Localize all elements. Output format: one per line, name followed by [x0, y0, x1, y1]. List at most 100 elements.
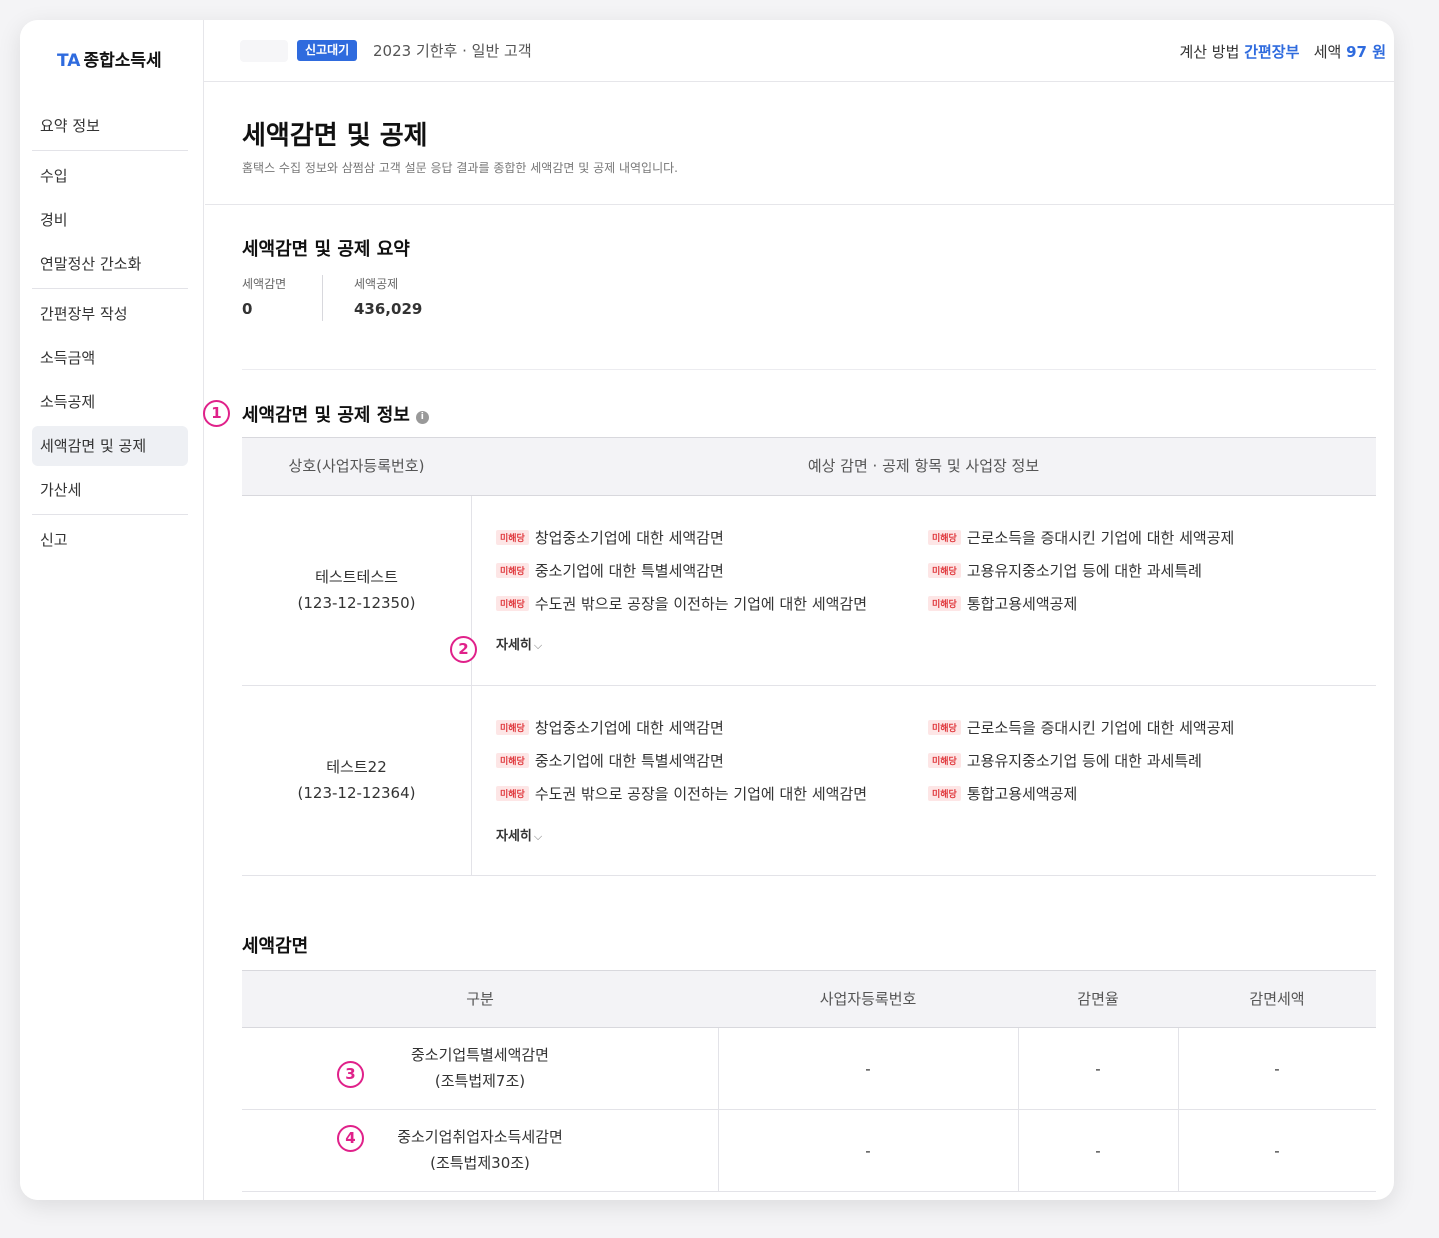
sidebar-item-income-deduction[interactable]: 소득공제: [32, 382, 188, 422]
sidebar-item-filing[interactable]: 신고: [32, 520, 188, 560]
chevron-down-icon: ⌵: [533, 639, 543, 652]
reduction-law: (조특법제30조): [430, 1154, 530, 1172]
reduction-table: 구분 사업자등록번호 감면율 감면세액 3 중소기업특별세액감면 (조특법제7조…: [242, 970, 1376, 1192]
not-applicable-tag: 미해당: [496, 596, 529, 611]
rate-cell: -: [1095, 1060, 1101, 1078]
not-applicable-tag: 미해당: [496, 563, 529, 578]
summary-divider: [322, 275, 323, 321]
page-title: 세액감면 및 공제: [242, 121, 428, 151]
reduction-name: 중소기업특별세액감면: [410, 1046, 549, 1064]
list-item: 미해당 중소기업에 대한 특별세액감면: [496, 750, 724, 771]
deduction-value: 436,029: [354, 300, 423, 318]
not-applicable-tag: 미해당: [928, 753, 961, 768]
reduction-law: (조특법제7조): [434, 1072, 526, 1090]
list-item: 미해당 근로소득을 증대시킨 기업에 대한 세액공제: [928, 527, 1234, 548]
business-number: (123-12-12364): [297, 784, 416, 802]
biz-no-cell: -: [865, 1060, 871, 1078]
rate-cell: -: [1095, 1142, 1101, 1160]
calc-method-label: 계산 방법: [1179, 43, 1240, 61]
business-name: 테스트22: [326, 758, 387, 776]
sidebar: TA 종합소득세 요약 정보 수입 경비 연말정산 간소화 간편장부 작성 소득금…: [20, 20, 204, 1200]
list-item: 미해당 창업중소기업에 대한 세액감면: [496, 717, 724, 738]
page-header: 세액감면 및 공제 홈택스 수집 정보와 삼쩜삼 고객 설문 응답 결과를 종합…: [205, 83, 1394, 205]
details-toggle[interactable]: 자세히 ⌵: [496, 634, 542, 653]
list-item: 미해당 수도권 밖으로 공장을 이전하는 기업에 대한 세액감면: [496, 783, 867, 804]
table-row: 테스트22 (123-12-12364) 미해당 창업중소기업에 대한 세액감면 …: [242, 686, 1376, 876]
sidebar-item-expenses[interactable]: 경비: [32, 200, 188, 240]
filing-meta: 2023 기한후 · 일반 고객: [373, 42, 532, 60]
not-applicable-tag: 미해당: [496, 753, 529, 768]
column-header-items: 예상 감면 · 공제 항목 및 사업장 정보: [807, 457, 1040, 475]
reduction-summary: 세액감면 0: [242, 275, 286, 323]
sidebar-item-simple-ledger[interactable]: 간편장부 작성: [32, 294, 188, 334]
nav-divider: [32, 514, 188, 515]
not-applicable-tag: 미해당: [928, 563, 961, 578]
list-item: 미해당 통합고용세액공제: [928, 783, 1077, 804]
app-window: TA 종합소득세 요약 정보 수입 경비 연말정산 간소화 간편장부 작성 소득금…: [20, 20, 1394, 1200]
not-applicable-tag: 미해당: [928, 530, 961, 545]
not-applicable-tag: 미해당: [496, 720, 529, 735]
item-label: 중소기업에 대한 특별세액감면: [534, 562, 724, 580]
annotation-marker-2: 2: [450, 636, 477, 663]
customer-name-placeholder: [240, 40, 288, 62]
not-applicable-tag: 미해당: [928, 720, 961, 735]
business-cell: 테스트22 (123-12-12364): [242, 754, 471, 806]
list-item: 미해당 통합고용세액공제: [928, 593, 1077, 614]
item-label: 창업중소기업에 대한 세액감면: [534, 719, 724, 737]
info-section-title: 세액감면 및 공제 정보 i: [242, 401, 429, 427]
list-item: 미해당 수도권 밖으로 공장을 이전하는 기업에 대한 세액감면: [496, 593, 867, 614]
status-badge: 신고대기: [297, 40, 358, 61]
list-item: 미해당 고용유지중소기업 등에 대한 과세특례: [928, 750, 1202, 771]
sidebar-item-penalty-tax[interactable]: 가산세: [32, 470, 188, 510]
sidebar-item-year-end[interactable]: 연말정산 간소화: [32, 244, 188, 284]
item-label: 근로소득을 증대시킨 기업에 대한 세액공제: [966, 719, 1235, 737]
nav-divider: [32, 150, 188, 151]
info-table-header: 상호(사업자등록번호) 예상 감면 · 공제 항목 및 사업장 정보: [242, 437, 1376, 496]
details-toggle[interactable]: 자세히 ⌵: [496, 825, 542, 844]
sidebar-item-summary[interactable]: 요약 정보: [32, 106, 188, 146]
sidebar-item-tax-credits[interactable]: 세액감면 및 공제: [32, 426, 188, 466]
section-divider: [242, 369, 1376, 370]
list-item: 미해당 근로소득을 증대시킨 기업에 대한 세액공제: [928, 717, 1234, 738]
not-applicable-tag: 미해당: [496, 786, 529, 801]
reduction-name: 중소기업취업자소득세감면: [397, 1128, 563, 1146]
column-header-rate: 감면율: [1077, 990, 1119, 1008]
business-cell: 테스트테스트 (123-12-12350): [242, 564, 471, 616]
item-label: 수도권 밖으로 공장을 이전하는 기업에 대한 세액감면: [534, 785, 868, 803]
table-row: 4 중소기업취업자소득세감면 (조특법제30조) - - -: [242, 1110, 1376, 1192]
reduction-table-header: 구분 사업자등록번호 감면율 감면세액: [242, 970, 1376, 1028]
logo-name: 종합소득세: [83, 51, 162, 71]
reduction-value: 0: [242, 300, 253, 318]
item-label: 근로소득을 증대시킨 기업에 대한 세액공제: [966, 529, 1235, 547]
item-label: 창업중소기업에 대한 세액감면: [534, 529, 724, 547]
biz-no-cell: -: [865, 1142, 871, 1160]
main-content: 세액감면 및 공제 홈택스 수집 정보와 삼쩜삼 고객 설문 응답 결과를 종합…: [203, 83, 1394, 1200]
list-item: 미해당 고용유지중소기업 등에 대한 과세특례: [928, 560, 1202, 581]
item-label: 수도권 밖으로 공장을 이전하는 기업에 대한 세액감면: [534, 595, 868, 613]
info-icon[interactable]: i: [415, 411, 429, 424]
info-table: 상호(사업자등록번호) 예상 감면 · 공제 항목 및 사업장 정보 테스트테스…: [242, 437, 1376, 876]
business-number: (123-12-12350): [297, 594, 416, 612]
reduction-label: 세액감면: [242, 277, 287, 291]
sidebar-item-income-amount[interactable]: 소득금액: [32, 338, 188, 378]
nav-divider: [32, 288, 188, 289]
annotation-marker-1: 1: [203, 400, 230, 427]
item-label: 통합고용세액공제: [966, 785, 1078, 803]
reduction-section-title: 세액감면: [242, 936, 309, 957]
app-logo[interactable]: TA 종합소득세: [57, 46, 162, 71]
logo-prefix: TA: [57, 51, 81, 71]
column-header-amount: 감면세액: [1249, 990, 1305, 1008]
amount-cell: -: [1274, 1060, 1280, 1078]
calc-method-value[interactable]: 간편장부: [1244, 43, 1299, 61]
column-divider: [471, 686, 472, 875]
list-item: 미해당 창업중소기업에 대한 세액감면: [496, 527, 724, 548]
info-section-title-text: 세액감면 및 공제 정보: [242, 405, 410, 426]
sidebar-item-income[interactable]: 수입: [32, 156, 188, 196]
not-applicable-tag: 미해당: [496, 530, 529, 545]
column-header-business: 상호(사업자등록번호): [288, 457, 425, 475]
chevron-down-icon: ⌵: [533, 830, 543, 843]
summary-title: 세액감면 및 공제 요약: [242, 239, 410, 260]
details-label: 자세히: [496, 829, 532, 844]
list-item: 미해당 중소기업에 대한 특별세액감면: [496, 560, 724, 581]
item-label: 통합고용세액공제: [966, 595, 1078, 613]
